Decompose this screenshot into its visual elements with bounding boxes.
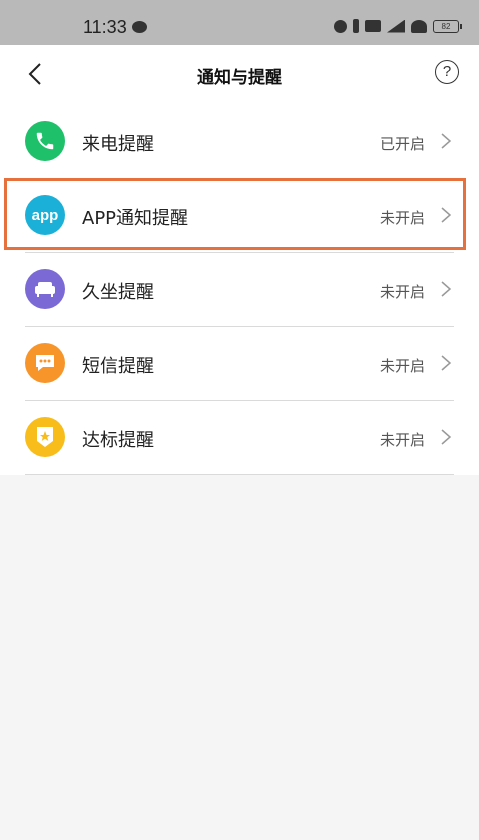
chevron-right-icon bbox=[441, 133, 452, 149]
bluetooth-icon bbox=[353, 19, 359, 33]
list-item-label: 来电提醒 bbox=[82, 134, 154, 155]
header: 通知与提醒 ? bbox=[0, 45, 479, 105]
list-item-label: 久坐提醒 bbox=[82, 282, 154, 303]
status-text: 未开启 bbox=[379, 431, 425, 449]
sofa-icon bbox=[25, 269, 65, 309]
battery-icon: 82 bbox=[433, 19, 462, 33]
settings-list: 来电提醒 已开启 app APP通知提醒 未开启 久坐提醒 未开启 短信提醒 未… bbox=[0, 105, 479, 475]
badge-icon bbox=[25, 417, 65, 457]
chevron-right-icon bbox=[441, 355, 452, 371]
status-text: 已开启 bbox=[379, 135, 425, 153]
question-circle-icon: ? bbox=[442, 63, 452, 80]
divider bbox=[25, 474, 454, 475]
list-item-goal[interactable]: 达标提醒 未开启 bbox=[0, 401, 479, 475]
status-bar: 11:33 82 bbox=[0, 0, 479, 45]
phone-icon bbox=[25, 121, 65, 161]
status-text: 未开启 bbox=[379, 283, 425, 301]
page-title: 通知与提醒 bbox=[197, 68, 282, 88]
list-item-label: 达标提醒 bbox=[82, 430, 154, 451]
message-icon bbox=[25, 343, 65, 383]
wifi-icon bbox=[411, 19, 427, 33]
highlight-box bbox=[4, 178, 466, 250]
status-text: 未开启 bbox=[379, 357, 425, 375]
signal-icon bbox=[387, 19, 405, 33]
list-item-sedentary[interactable]: 久坐提醒 未开启 bbox=[0, 253, 479, 327]
help-button[interactable]: ? bbox=[435, 60, 459, 84]
list-item-label: 短信提醒 bbox=[82, 356, 154, 377]
chevron-right-icon bbox=[441, 281, 452, 297]
chevron-right-icon bbox=[441, 429, 452, 445]
status-icons: 82 bbox=[334, 19, 462, 33]
alarm-icon bbox=[334, 19, 347, 33]
list-item-incoming-call[interactable]: 来电提醒 已开启 bbox=[0, 105, 479, 179]
status-time: 11:33 bbox=[83, 17, 127, 37]
hd-icon bbox=[365, 20, 381, 32]
wechat-icon bbox=[132, 21, 147, 33]
list-item-sms[interactable]: 短信提醒 未开启 bbox=[0, 327, 479, 401]
